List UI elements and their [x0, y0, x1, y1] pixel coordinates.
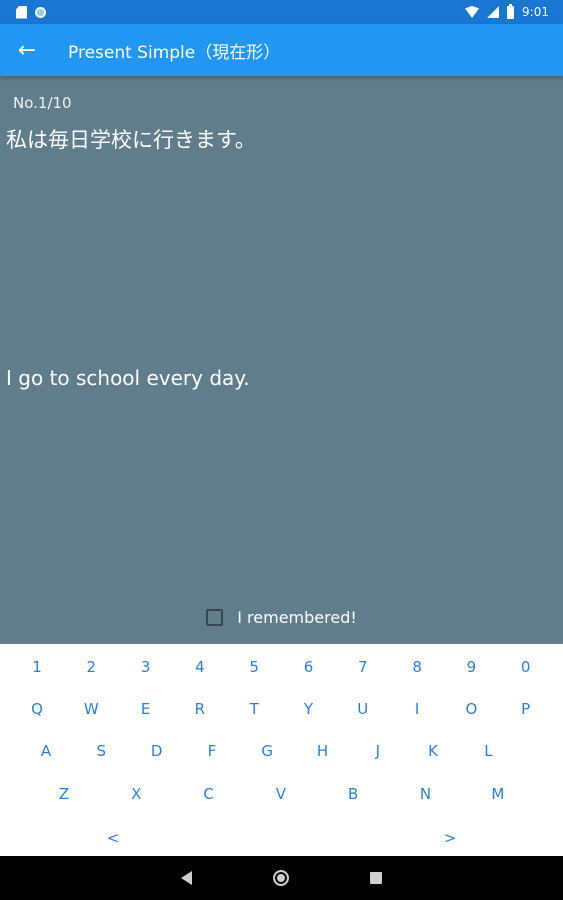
- key-y[interactable]: Y: [291, 694, 327, 724]
- key-d[interactable]: D: [139, 736, 175, 766]
- key-x[interactable]: X: [118, 779, 154, 809]
- key-k[interactable]: K: [415, 736, 451, 766]
- key-z[interactable]: Z: [46, 779, 82, 809]
- on-screen-keyboard: 1 2 3 4 5 6 7 8 9 0 Q W E R T Y U I O P A S D F G H J K L Z X C V B N M < >: [0, 644, 563, 856]
- key-o[interactable]: O: [453, 694, 489, 724]
- key-a[interactable]: A: [28, 736, 64, 766]
- remembered-label[interactable]: I remembered!: [237, 608, 357, 627]
- key-r[interactable]: R: [182, 694, 218, 724]
- answer-text: I go to school every day.: [6, 366, 250, 390]
- key-m[interactable]: M: [480, 779, 516, 809]
- key-q[interactable]: Q: [19, 694, 55, 724]
- key-i[interactable]: I: [399, 694, 435, 724]
- key-1[interactable]: 1: [19, 652, 55, 682]
- key-t[interactable]: T: [236, 694, 272, 724]
- key-prev[interactable]: <: [95, 823, 131, 853]
- key-j[interactable]: J: [360, 736, 396, 766]
- wifi-icon: [465, 6, 480, 18]
- status-bar: 9:01: [0, 0, 563, 24]
- status-left: [16, 5, 46, 19]
- nav-recent-icon[interactable]: [370, 872, 382, 884]
- key-u[interactable]: U: [345, 694, 381, 724]
- sd-card-icon: [16, 5, 27, 19]
- nav-home-icon[interactable]: [273, 870, 289, 886]
- keyboard-row: < >: [0, 823, 563, 853]
- key-g[interactable]: G: [249, 736, 285, 766]
- key-2[interactable]: 2: [73, 652, 109, 682]
- arrow-back-icon: ←: [17, 37, 37, 63]
- question-text: 私は毎日学校に行きます。: [6, 128, 256, 152]
- keyboard-row: ASDFGHJKL: [0, 736, 563, 766]
- status-right: 9:01: [465, 3, 549, 19]
- key-e[interactable]: E: [128, 694, 164, 724]
- key-c[interactable]: C: [191, 779, 227, 809]
- key-5[interactable]: 5: [236, 652, 272, 682]
- key-7[interactable]: 7: [345, 652, 381, 682]
- keyboard-row: QWERTYUIOP: [0, 694, 563, 724]
- key-8[interactable]: 8: [399, 652, 435, 682]
- remember-row: I remembered!: [0, 608, 563, 627]
- key-3[interactable]: 3: [128, 652, 164, 682]
- key-p[interactable]: P: [508, 694, 544, 724]
- back-button[interactable]: ←: [0, 24, 54, 76]
- key-h[interactable]: H: [305, 736, 341, 766]
- notification-dot-icon: [35, 6, 46, 18]
- key-9[interactable]: 9: [453, 652, 489, 682]
- key-v[interactable]: V: [263, 779, 299, 809]
- remembered-checkbox[interactable]: [206, 609, 224, 626]
- flashcard: No.1/10 私は毎日学校に行きます。 I go to school ever…: [0, 76, 563, 644]
- battery-icon: [507, 3, 515, 19]
- keyboard-row: 1234567890: [0, 652, 563, 682]
- status-time: 9:01: [522, 5, 549, 19]
- signal-icon: [487, 6, 500, 18]
- key-f[interactable]: F: [194, 736, 230, 766]
- key-l[interactable]: L: [470, 736, 506, 766]
- app-bar: ← Present Simple（現在形）: [0, 24, 563, 76]
- card-counter: No.1/10: [13, 94, 72, 112]
- page-title: Present Simple（現在形）: [68, 42, 281, 63]
- key-0[interactable]: 0: [508, 652, 544, 682]
- nav-back-icon[interactable]: [181, 871, 192, 885]
- key-next[interactable]: >: [432, 823, 468, 853]
- key-6[interactable]: 6: [291, 652, 327, 682]
- key-4[interactable]: 4: [182, 652, 218, 682]
- navigation-bar: [0, 856, 563, 900]
- key-s[interactable]: S: [83, 736, 119, 766]
- keyboard-row: ZXCVBNM: [0, 779, 563, 809]
- key-w[interactable]: W: [73, 694, 109, 724]
- key-n[interactable]: N: [408, 779, 444, 809]
- key-b[interactable]: B: [335, 779, 371, 809]
